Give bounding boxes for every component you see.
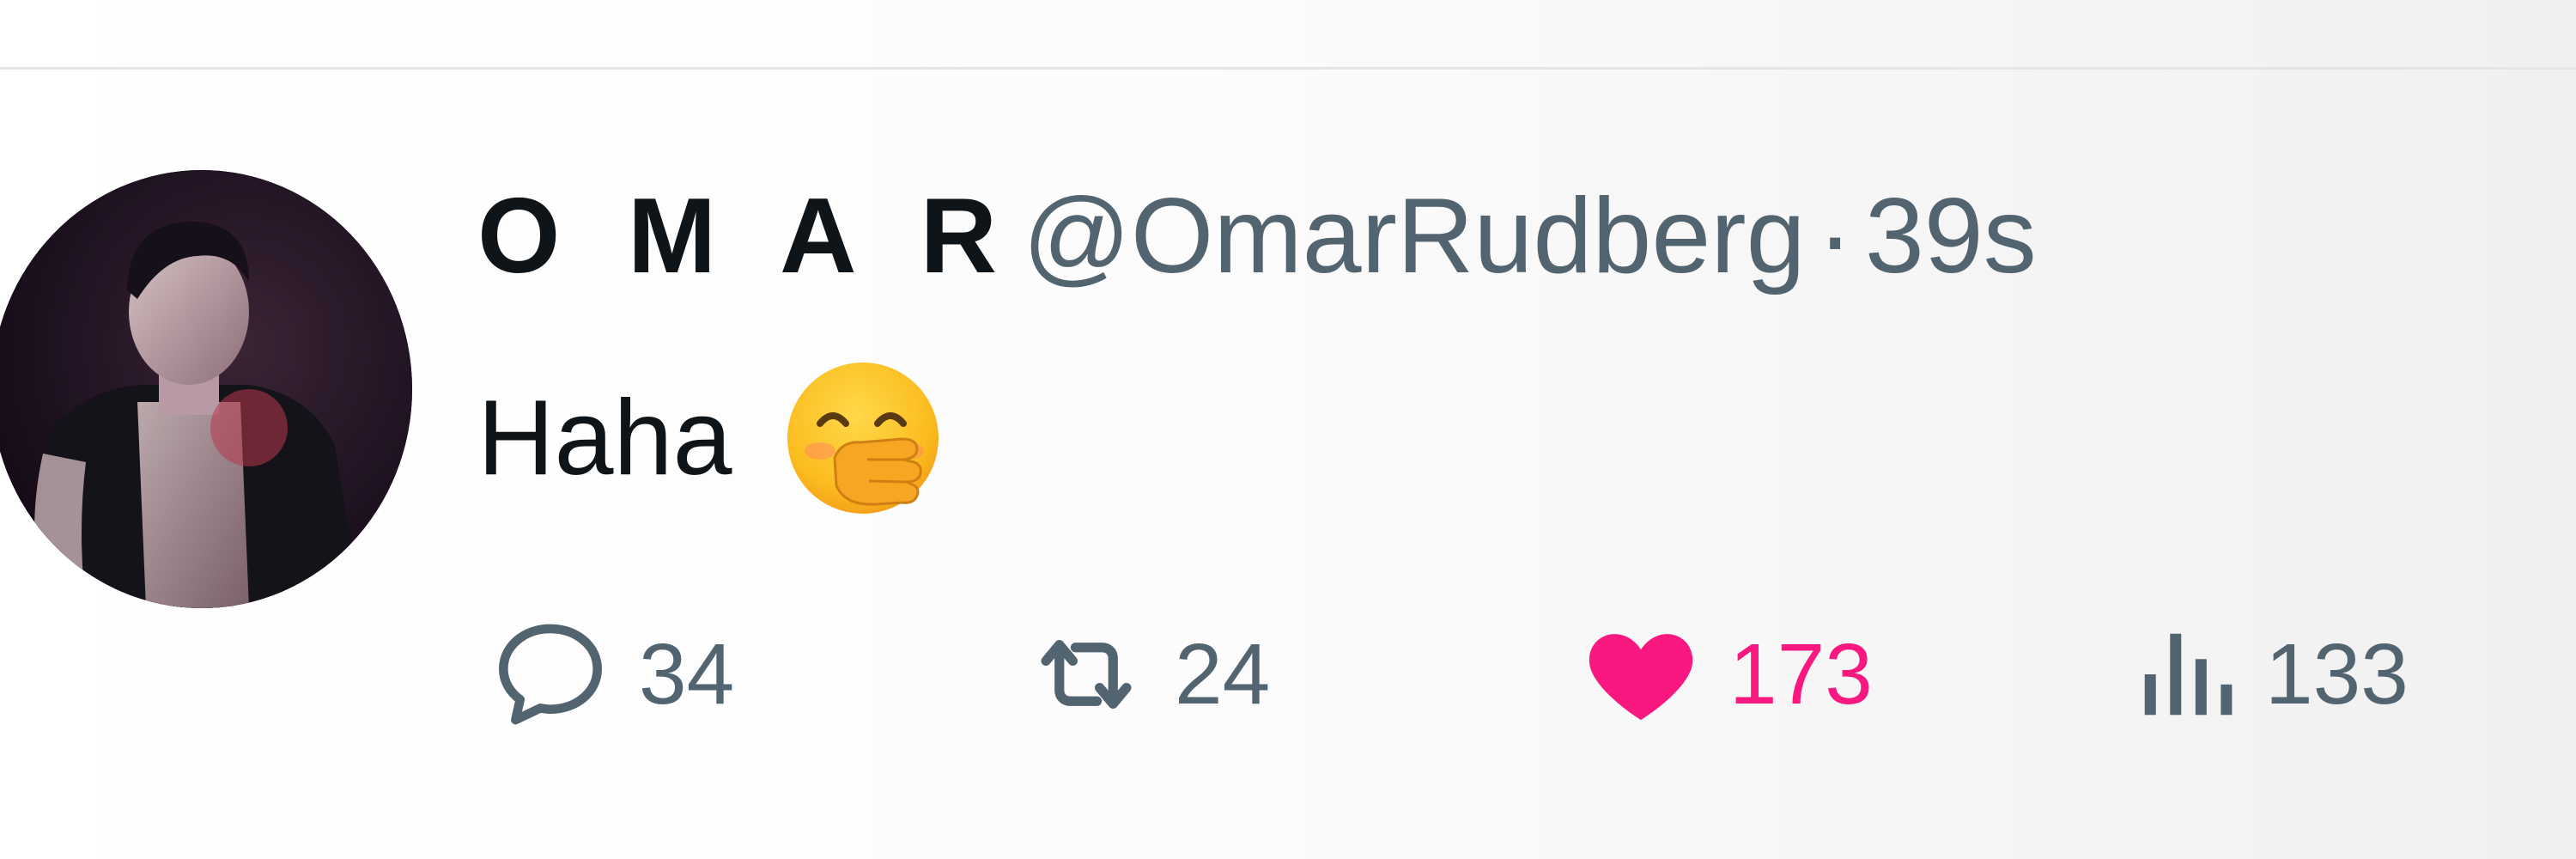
reply-count: 34 [639, 625, 735, 722]
action-bar: 34 24 173 133 [0, 601, 2576, 747]
timestamp[interactable]: 39s [1865, 175, 2037, 297]
divider [0, 67, 2576, 70]
avatar-photo [0, 170, 412, 608]
tweet-body: Haha [477, 362, 945, 514]
retweet-button[interactable]: 24 [1022, 601, 1270, 747]
hand-over-mouth-emoji [781, 356, 945, 520]
speech-bubble-icon [499, 624, 602, 725]
retweet-count: 24 [1175, 625, 1271, 722]
separator-dot: · [1817, 177, 1853, 295]
tweet-header: O M A R @OmarRudberg · 39s [477, 172, 2037, 301]
views-count: 133 [2265, 625, 2409, 722]
bar-chart-icon [2144, 633, 2233, 716]
views-button[interactable]: 133 [2129, 601, 2409, 747]
tweet-card: O M A R @OmarRudberg · 39s Haha 34 24 17… [0, 0, 2576, 859]
reply-button[interactable]: 34 [486, 601, 734, 747]
user-handle[interactable]: @OmarRudberg [1023, 175, 1806, 297]
retweet-arrows-icon [1041, 640, 1132, 709]
avatar[interactable] [0, 170, 412, 608]
like-button[interactable]: 173 [1577, 601, 1873, 747]
display-name[interactable]: O M A R [477, 175, 1016, 297]
tweet-text: Haha [477, 379, 732, 497]
heart-icon [1589, 634, 1693, 721]
like-count: 173 [1729, 625, 1873, 722]
